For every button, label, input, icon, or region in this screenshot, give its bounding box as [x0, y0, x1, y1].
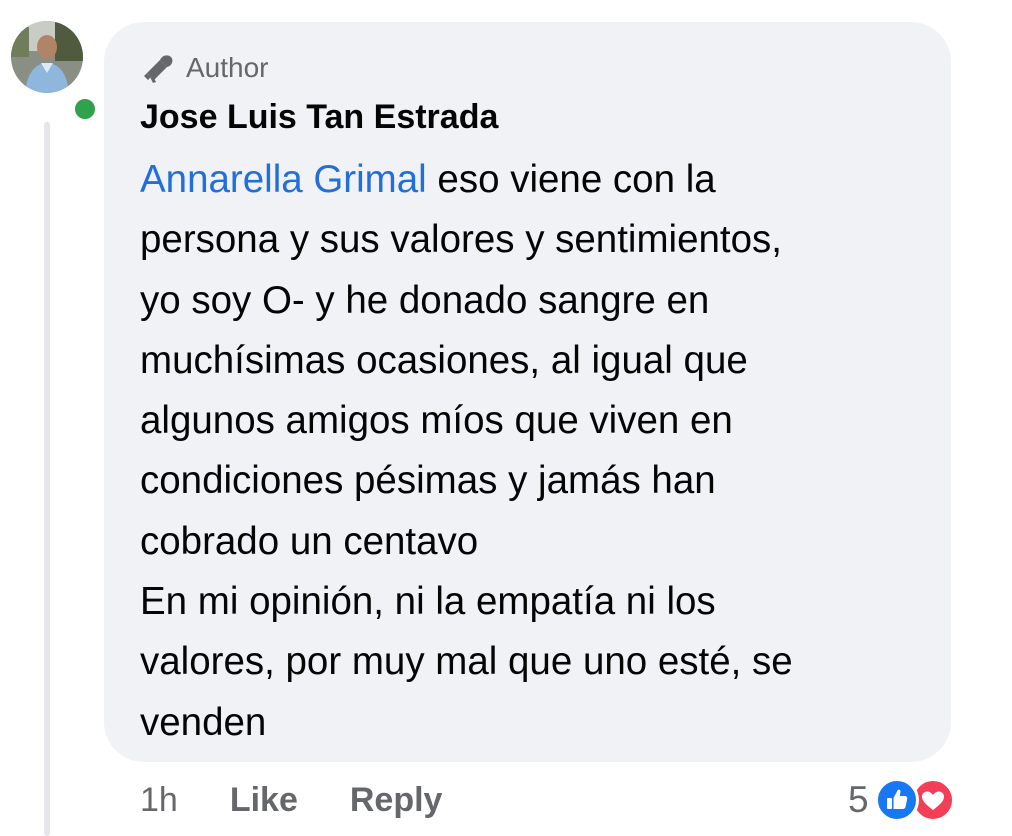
reaction-count: 5 — [848, 779, 869, 820]
comment-timestamp[interactable]: 1h — [140, 781, 178, 820]
mention-link[interactable]: Annarella Grimal — [140, 158, 427, 201]
like-button[interactable]: Like — [230, 781, 298, 820]
author-badge: Author — [140, 52, 269, 84]
comment-line: yo soy O- y he donado sangre en — [140, 278, 710, 322]
reaction-icons — [874, 774, 969, 826]
comment-line: venden — [140, 700, 267, 744]
commenter-avatar[interactable] — [11, 21, 99, 123]
avatar-photo — [11, 21, 83, 93]
comment-line: algunos amigos míos que viven en — [140, 399, 733, 443]
comment-actions: 1h Like Reply — [140, 778, 442, 822]
comment-text: Annarella Grimal eso viene con la person… — [140, 150, 930, 753]
like-icon — [874, 778, 919, 822]
comment-line: muchísimas ocasiones, al igual que — [140, 338, 748, 382]
comment-line: En mi opinión, ni la empatía ni los — [140, 580, 716, 624]
commenter-name[interactable]: Jose Luis Tan Estrada — [140, 98, 498, 137]
author-badge-label: Author — [186, 52, 269, 83]
comment-line: cobrado un centavo — [140, 519, 479, 563]
comment-line: persona y sus valores y sentimientos, — [140, 218, 782, 262]
comment-bubble: Author Jose Luis Tan Estrada Annarella G… — [104, 22, 951, 762]
comment-line: Annarella Grimal eso viene con la — [140, 150, 930, 210]
comment-line: valores, por muy mal que uno esté, se — [140, 640, 793, 684]
reactions-summary[interactable]: 5 — [848, 774, 969, 826]
online-status-dot — [71, 95, 99, 123]
comment-line: condiciones pésimas y jamás han — [140, 459, 716, 503]
comment-line-text: eso viene con la — [426, 158, 716, 201]
reply-thread-line — [44, 122, 50, 836]
reply-button[interactable]: Reply — [350, 781, 443, 820]
megaphone-icon — [144, 55, 173, 83]
